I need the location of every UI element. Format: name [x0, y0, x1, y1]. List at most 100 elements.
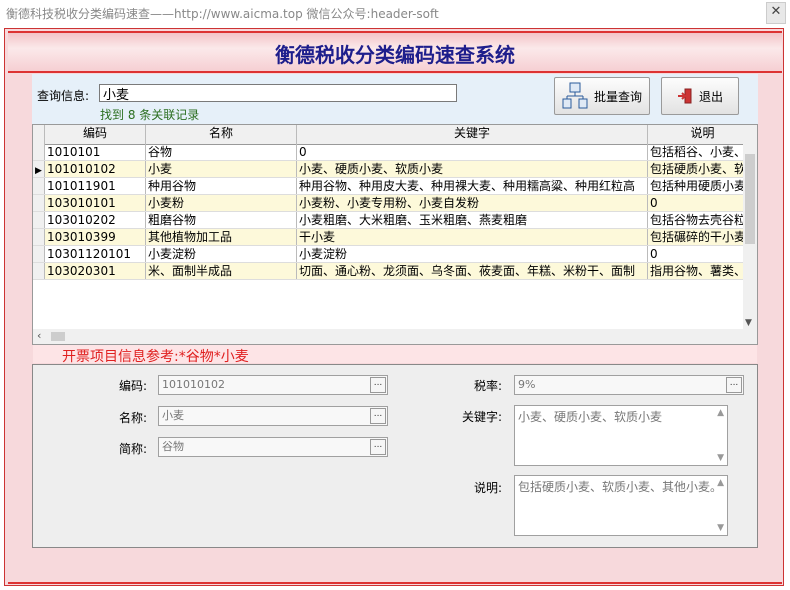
cell-description[interactable]: 指用谷物、薯类、: [648, 263, 757, 279]
cell-name[interactable]: 米、面制半成品: [146, 263, 297, 279]
exit-button[interactable]: 退出: [661, 77, 739, 115]
cell-keywords[interactable]: 0: [297, 144, 648, 160]
name-field[interactable]: 小麦: [158, 406, 388, 426]
row-selector[interactable]: [33, 144, 45, 160]
cell-keywords[interactable]: 小麦粗磨、大米粗磨、玉米粗磨、燕麦粗磨: [297, 212, 648, 228]
row-selector[interactable]: [33, 178, 45, 194]
result-count: 找到 8 条关联记录: [100, 108, 200, 122]
cell-keywords[interactable]: 小麦、硬质小麦、软质小麦: [297, 161, 648, 177]
results-table: 编码 名称 关键字 说明 1010101 谷物 0 包括稻谷、小麦、玉 ▶ 1010101…: [32, 124, 758, 345]
code-value: 101010102: [162, 378, 225, 391]
tax-rate-label: 税率:: [473, 379, 502, 393]
keywords-label: 关键字:: [461, 410, 502, 424]
cell-name[interactable]: 粗磨谷物: [146, 212, 297, 228]
cell-keywords[interactable]: 干小麦: [297, 229, 648, 245]
cell-description[interactable]: 0: [648, 195, 757, 211]
cell-name[interactable]: 谷物: [146, 144, 297, 160]
cell-code[interactable]: 103020301: [45, 263, 146, 279]
row-selector[interactable]: [33, 246, 45, 262]
table-row[interactable]: 10301120101 小麦淀粉 小麦淀粉 0: [33, 246, 743, 263]
cell-description[interactable]: 包括谷物去壳谷粒: [648, 212, 757, 228]
close-icon[interactable]: ✕: [766, 2, 786, 24]
cell-code[interactable]: 101011901: [45, 178, 146, 194]
table-row[interactable]: 103010399 其他植物加工品 干小麦 包括碾碎的干小麦: [33, 229, 746, 246]
cell-keywords[interactable]: 小麦粉、小麦专用粉、小麦自发粉: [297, 195, 648, 211]
scroll-up-icon[interactable]: ▲: [717, 478, 724, 488]
network-icon: [562, 82, 588, 109]
keywords-textarea[interactable]: 小麦、硬质小麦、软质小麦 ▲ ▼: [514, 405, 728, 466]
cell-description[interactable]: 包括碾碎的干小麦: [648, 229, 757, 245]
row-selector[interactable]: [33, 212, 45, 228]
cell-name[interactable]: 小麦: [146, 161, 297, 177]
cell-code[interactable]: 103010399: [45, 229, 146, 245]
batch-query-button[interactable]: 批量查询: [554, 77, 650, 115]
description-textarea[interactable]: 包括硬质小麦、软质小麦、其他小麦。 ▲ ▼: [514, 475, 728, 536]
column-header-keywords[interactable]: 关键字: [297, 125, 648, 144]
tax-rate-field[interactable]: 9%: [514, 375, 744, 395]
name-label: 名称:: [118, 411, 147, 425]
cell-name[interactable]: 种用谷物: [146, 178, 297, 194]
horizontal-scroll-thumb[interactable]: [51, 332, 65, 341]
table-row[interactable]: 1010101 谷物 0 包括稻谷、小麦、玉: [33, 144, 757, 161]
column-header-code[interactable]: 编码: [45, 125, 146, 144]
table-row[interactable]: 103020301 米、面制半成品 切面、通心粉、龙须面、乌冬面、莜麦面、年糕、米粉…: [33, 263, 746, 280]
short-name-field[interactable]: 谷物: [158, 437, 388, 457]
cell-code[interactable]: 1010101: [45, 144, 146, 160]
cell-code[interactable]: 101010102: [45, 161, 146, 177]
row-selector[interactable]: ▶: [33, 161, 45, 177]
cell-description[interactable]: 包括种用硬质小麦、: [648, 178, 757, 194]
scroll-down-icon[interactable]: ▼: [745, 318, 752, 328]
window-titlebar: 衡德科技税收分类编码速查——http://www.aicma.top 微信公众号…: [0, 0, 790, 28]
code-ellipsis-button[interactable]: ...: [370, 377, 386, 393]
exit-label: 退出: [698, 89, 723, 104]
scroll-left-icon[interactable]: ‹: [37, 329, 41, 342]
cell-keywords[interactable]: 种用谷物、种用皮大麦、种用裸大麦、种用糯高粱、种用红粒高: [297, 178, 648, 194]
cell-name[interactable]: 其他植物加工品: [146, 229, 297, 245]
code-label: 编码:: [118, 379, 147, 393]
short-name-value: 谷物: [162, 440, 184, 453]
cell-keywords[interactable]: 小麦淀粉: [297, 246, 648, 262]
short-name-label: 简称:: [118, 442, 147, 456]
app-title: 衡德税收分类编码速查系统: [275, 43, 515, 67]
scroll-down-icon[interactable]: ▼: [717, 523, 724, 533]
row-selector[interactable]: [33, 229, 45, 245]
cell-code[interactable]: 103010101: [45, 195, 146, 211]
short-name-ellipsis-button[interactable]: ...: [370, 439, 386, 455]
table-row[interactable]: ▶ 101010102 小麦 小麦、硬质小麦、软质小麦 包括硬质小麦、软质: [33, 161, 757, 178]
row-selector-header: [33, 125, 45, 144]
row-selector[interactable]: [33, 263, 45, 279]
table-row[interactable]: 101011901 种用谷物 种用谷物、种用皮大麦、种用裸大麦、种用糯高粱、种用红粒…: [33, 178, 757, 195]
table-row[interactable]: 103010101 小麦粉 小麦粉、小麦专用粉、小麦自发粉 0: [33, 195, 743, 212]
column-header-description[interactable]: 说明: [648, 125, 757, 144]
cell-code[interactable]: 10301120101: [45, 246, 146, 262]
name-value: 小麦: [162, 409, 184, 422]
current-row-icon: ▶: [35, 166, 42, 176]
cell-name[interactable]: 小麦淀粉: [146, 246, 297, 262]
query-input[interactable]: [99, 84, 457, 102]
invoice-reference: 开票项目信息参考:*谷物*小麦: [62, 349, 249, 365]
column-header-name[interactable]: 名称: [146, 125, 297, 144]
cell-description[interactable]: 包括硬质小麦、软质: [648, 161, 757, 177]
exit-door-icon: [677, 88, 692, 104]
table-row[interactable]: 103010202 粗磨谷物 小麦粗磨、大米粗磨、玉米粗磨、燕麦粗磨 包括谷物去壳谷粒: [33, 212, 746, 229]
scroll-down-icon[interactable]: ▼: [717, 453, 724, 463]
tax-rate-ellipsis-button[interactable]: ...: [726, 377, 742, 393]
bottom-band: [8, 548, 782, 584]
scroll-up-icon[interactable]: ▲: [717, 408, 724, 418]
vertical-scroll-thumb[interactable]: [745, 154, 755, 244]
code-field[interactable]: 101010102: [158, 375, 388, 395]
query-label: 查询信息:: [37, 89, 90, 103]
row-selector[interactable]: [33, 195, 45, 211]
cell-code[interactable]: 103010202: [45, 212, 146, 228]
title-banner: 衡德税收分类编码速查系统: [8, 31, 782, 73]
cell-description[interactable]: 包括稻谷、小麦、玉: [648, 144, 757, 160]
cell-keywords[interactable]: 切面、通心粉、龙须面、乌冬面、莜麦面、年糕、米粉干、面制: [297, 263, 648, 279]
vertical-scrollbar[interactable]: ▼: [743, 144, 757, 330]
cell-name[interactable]: 小麦粉: [146, 195, 297, 211]
horizontal-scrollbar[interactable]: ‹: [33, 329, 757, 344]
cell-description[interactable]: 0: [648, 246, 757, 262]
name-ellipsis-button[interactable]: ...: [370, 408, 386, 424]
tax-rate-value: 9%: [518, 378, 536, 391]
description-label: 说明:: [473, 481, 502, 495]
description-value: 包括硬质小麦、软质小麦、其他小麦。: [518, 480, 723, 494]
